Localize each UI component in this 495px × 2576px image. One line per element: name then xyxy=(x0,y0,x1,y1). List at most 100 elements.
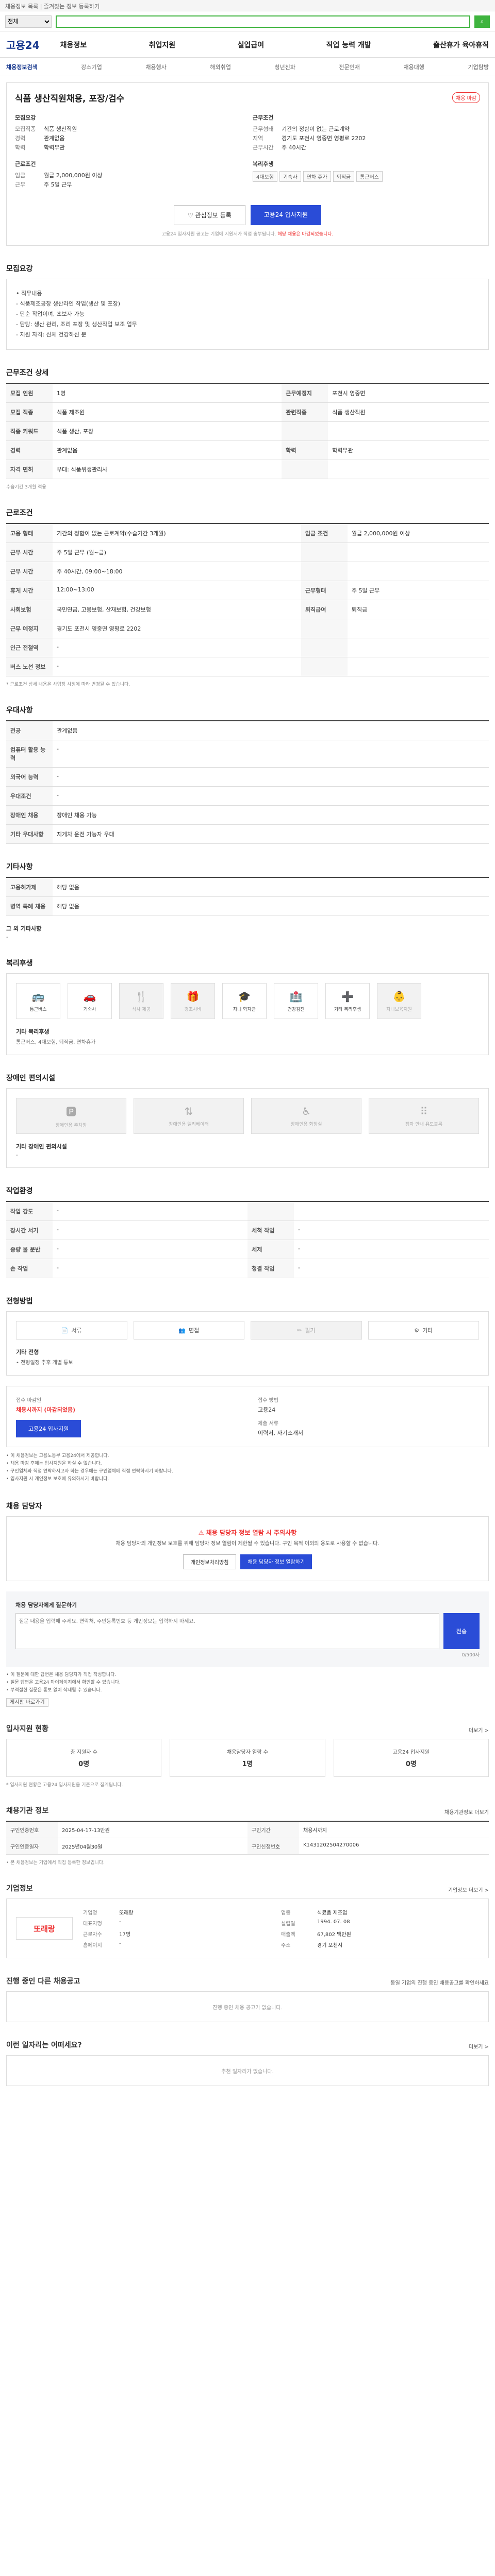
table-value: 주 40시간, 09:00~18:00 xyxy=(53,562,301,581)
table-key xyxy=(301,543,348,562)
company-more-link[interactable]: 기업정보 더보기 > xyxy=(448,1886,489,1893)
stat-label: 총 지원자 수 xyxy=(70,1750,97,1755)
qna-bullet: • 부적절한 질문은 통보 없이 삭제될 수 있습니다. xyxy=(6,1688,102,1693)
gnb-item-1[interactable]: 취업지원 xyxy=(149,40,176,50)
apply-bullet: • 입사지원 시 개인정보 보호에 유의하시기 바랍니다. xyxy=(6,1477,109,1482)
table-value: - xyxy=(53,1201,248,1221)
table-key: 직종 키워드 xyxy=(6,421,53,441)
welfare-item: 🚌 통근버스 xyxy=(16,983,60,1019)
question-box: 채용 담당자에게 질문하기 전송 0/500자 xyxy=(6,1591,489,1667)
stat-card: 총 지원자 수 0명 xyxy=(6,1739,162,1777)
stats-more-link[interactable]: 더보기 > xyxy=(469,1726,489,1734)
subnav-item-0[interactable]: 채용정보검색 xyxy=(6,63,38,71)
contact-warn-box: ⚠ 채용 담당자 정보 열람 시 주의사항 채용 담당자의 개인정보 보호를 위… xyxy=(6,1516,489,1581)
table-key: 장시간 서기 xyxy=(6,1221,53,1240)
section-title-info: 채용기관 정보 xyxy=(6,1807,49,1815)
table-value: - xyxy=(53,740,489,768)
welfare-item: 🎁 경조사비 xyxy=(171,983,215,1019)
facility-label: 장애인용 화장실 xyxy=(290,1122,322,1127)
subnav-item-2[interactable]: 채용행사 xyxy=(145,63,166,71)
welfare-label: 경조사비 xyxy=(184,1007,202,1012)
table-value: 학력무관 xyxy=(328,440,489,460)
info-more-link[interactable]: 채용기관정보 더보기 xyxy=(444,1808,489,1816)
search-input[interactable] xyxy=(56,15,470,28)
table-value: 해당 없음 xyxy=(53,877,489,897)
recruit-line: - 담당: 생산 관리, 조리 포장 및 생산작업 보조 업무 xyxy=(16,321,137,328)
table-key xyxy=(282,421,328,441)
gnb-item-4[interactable]: 출산휴가 육아휴직 xyxy=(433,40,489,50)
job-summary-right: 근무조건 근무형태 기간의 정함이 없는 근로계약 지역 경기도 포천시 영중면 영평로… xyxy=(253,113,480,197)
search-category-select[interactable]: 전체 xyxy=(5,15,52,28)
table-value: - xyxy=(53,1259,248,1278)
table-key: 학력 xyxy=(282,440,328,460)
table-key xyxy=(301,619,348,638)
company-key: 주소 xyxy=(281,1943,291,1948)
summary-row: 지역 경기도 포천시 영중면 영평로 2202 xyxy=(253,134,480,143)
table-row: 고용 형태 기간의 정함이 없는 근로계약(수습기간 3개월) 임금 조건 월급 2,… xyxy=(6,523,489,543)
table-key: 청결 작업 xyxy=(248,1259,294,1278)
apply-bullet: • 구인업체와 직접 연락하시고자 하는 경우에는 구인업체에 직접 연락하시기… xyxy=(6,1469,173,1474)
table-key: 인근 전철역 xyxy=(6,638,53,657)
view-contact-button[interactable]: 채용 담당자 정보 열람하기 xyxy=(240,1554,312,1569)
qna-bullets: • 이 질문에 대한 답변은 채용 담당자가 직접 작성합니다. • 질문 답변은… xyxy=(6,1671,489,1694)
apply-button-2[interactable]: 고용24 입사지원 xyxy=(16,1420,81,1437)
table-value: 해당 없음 xyxy=(53,896,489,916)
info-key: 구인인증일자 xyxy=(6,1838,58,1855)
gnb-menu: 채용정보 취업지원 실업급여 직업 능력 개발 출산휴가 육아휴직 xyxy=(60,40,489,50)
privacy-policy-button[interactable]: 개인정보처리방침 xyxy=(183,1554,237,1569)
process-label: 필기 xyxy=(305,1327,316,1334)
gnb-item-3[interactable]: 직업 능력 개발 xyxy=(326,40,371,50)
table-key: 버스 노선 정보 xyxy=(6,657,53,676)
table-row: 버스 노선 정보 - xyxy=(6,657,489,676)
welfare-tag: 통근버스 xyxy=(356,171,383,182)
site-logo[interactable]: 고용24 xyxy=(6,37,40,52)
recruit-body: • 직무내용 - 식품제조공장 생산라인 작업(생산 및 포장) - 단순 작업이며… xyxy=(6,279,489,350)
table-row: 근무 시간 주 40시간, 09:00~18:00 xyxy=(6,562,489,581)
recommend-empty: 추천 일자리가 없습니다. xyxy=(6,2055,489,2086)
board-link-button[interactable]: 게시판 바로가기 xyxy=(6,1698,48,1707)
deadline-label: 접수 마감일 xyxy=(16,1398,42,1403)
facility-icon: 🅿 xyxy=(66,1106,76,1118)
facility-sub-value: - xyxy=(16,1153,18,1158)
question-input[interactable] xyxy=(15,1613,439,1649)
section-title-treat: 우대사항 xyxy=(6,706,33,715)
gnb-item-2[interactable]: 실업급여 xyxy=(238,40,265,50)
apply-button[interactable]: 고용24 입사지원 xyxy=(250,205,321,225)
subnav-item-5[interactable]: 전문인재 xyxy=(339,63,359,71)
table-key: 모집 직종 xyxy=(6,402,53,422)
facility-sub-title: 기타 장애인 편의시설 xyxy=(16,1143,67,1150)
detail-note: 수습기간 3개월 적용 xyxy=(6,485,46,490)
process-sub-title: 기타 전형 xyxy=(16,1349,39,1355)
question-submit-button[interactable]: 전송 xyxy=(443,1613,480,1649)
job-title: 식품 생산직원채용, 포장/검수 xyxy=(15,94,125,104)
favorite-button[interactable]: ♡ 관심정보 등록 xyxy=(174,205,245,225)
process-sub-value: • 전형일정 추후 개별 통보 xyxy=(16,1360,73,1366)
subnav-item-7[interactable]: 기업탐방 xyxy=(468,63,488,71)
welfare-label: 식사 제공 xyxy=(132,1007,151,1012)
process-item: 📄 서류 xyxy=(16,1321,127,1340)
summary-key: 경력 xyxy=(15,135,26,142)
subnav-item-1[interactable]: 강소기업 xyxy=(81,63,102,71)
other-table: 고용허가제 해당 없음 병역 특례 채용 해당 없음 xyxy=(6,877,489,916)
company-value: 67,802 백만원 xyxy=(317,1932,351,1938)
process-icon: ⚙ xyxy=(414,1327,420,1334)
search-button[interactable]: ⌕ xyxy=(474,15,490,28)
subnav-item-6[interactable]: 채용대행 xyxy=(403,63,424,71)
summary-value: 주 5일 근무 xyxy=(44,181,72,188)
summary-group-title: 근무조건 xyxy=(253,114,274,121)
warning-icon: ⚠ xyxy=(198,1529,206,1536)
gnb-item-0[interactable]: 채용정보 xyxy=(60,40,87,50)
recommend-more-link[interactable]: 더보기 > xyxy=(469,2042,489,2050)
facility-item: 🅿 장애인용 주차장 xyxy=(16,1098,126,1134)
process-label: 서류 xyxy=(71,1327,82,1334)
table-value: - xyxy=(53,638,301,657)
subnav-item-3[interactable]: 해외취업 xyxy=(210,63,230,71)
welfare-icon: 🏥 xyxy=(289,990,303,1003)
welfare-icon: 🎓 xyxy=(238,990,251,1003)
subnav-item-4[interactable]: 청년친화 xyxy=(274,63,295,71)
section-title-company: 기업정보 xyxy=(6,1885,33,1893)
documents-value: 이력서, 자기소개서 xyxy=(258,1430,303,1436)
summary-value: 경기도 포천시 영중면 영평로 2202 xyxy=(282,135,366,142)
section-title-recruit: 모집요강 xyxy=(6,265,33,273)
stat-value: 0명 xyxy=(405,1760,417,1768)
